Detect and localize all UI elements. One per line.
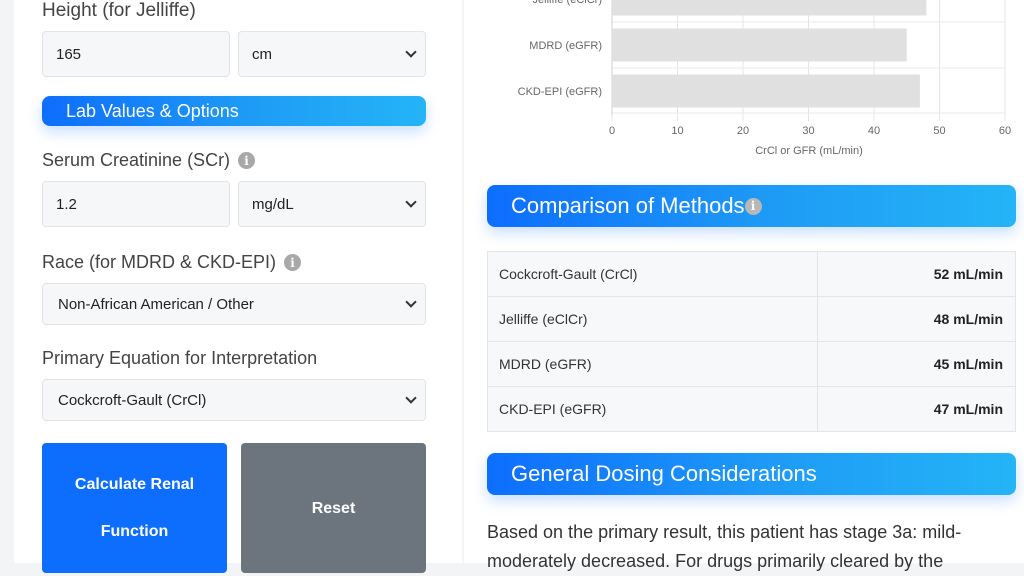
chevron-down-icon bbox=[405, 196, 417, 208]
chart-category-label: Jelliffe (eClCr) bbox=[533, 0, 602, 6]
table-row: MDRD (eGFR) 45 mL/min bbox=[487, 341, 1016, 387]
chart-x-axis-label: CrCl or GFR (mL/min) bbox=[755, 145, 863, 157]
method-value: 48 mL/min bbox=[817, 296, 1016, 342]
race-select[interactable]: Non-African American / Other bbox=[42, 283, 426, 325]
dosing-text: Based on the primary result, this patien… bbox=[487, 522, 962, 571]
method-name: CKD-EPI (eGFR) bbox=[487, 386, 818, 432]
info-icon[interactable]: i bbox=[238, 152, 256, 169]
height-value: 165 bbox=[56, 45, 82, 63]
calculate-button-label: Calculate Renal Function bbox=[74, 476, 195, 540]
chart-x-tick-label: 60 bbox=[999, 125, 1011, 137]
lab-values-section-header: Lab Values & Options bbox=[42, 96, 426, 126]
primary-equation-value: Cockcroft-Gault (CrCl) bbox=[58, 391, 207, 409]
height-unit-select[interactable]: cm bbox=[238, 31, 426, 77]
scr-unit-value: mg/dL bbox=[252, 195, 294, 213]
method-name: Jelliffe (eClCr) bbox=[487, 296, 818, 342]
chart-category-label: CKD-EPI (eGFR) bbox=[518, 86, 602, 98]
comparison-table: Cockcroft-Gault (CrCl) 52 mL/min Jelliffe … bbox=[487, 251, 1016, 432]
chart-bar bbox=[612, 74, 920, 108]
reset-button[interactable]: Reset bbox=[241, 443, 426, 573]
scr-value: 1.2 bbox=[56, 195, 77, 213]
method-value: 47 mL/min bbox=[817, 386, 1016, 432]
chart-x-tick-label: 0 bbox=[609, 125, 615, 137]
dosing-section-header: General Dosing Considerations bbox=[487, 453, 1016, 495]
height-input[interactable]: 165 bbox=[42, 31, 230, 77]
scr-label: Serum Creatinine (SCr) i bbox=[42, 150, 256, 171]
chart-bar bbox=[612, 0, 927, 16]
dosing-title: General Dosing Considerations bbox=[511, 461, 817, 486]
chart-x-tick-label: 30 bbox=[802, 125, 814, 137]
primary-equation-label: Primary Equation for Interpretation bbox=[42, 348, 318, 368]
chevron-down-icon bbox=[405, 392, 417, 404]
lab-values-title: Lab Values & Options bbox=[66, 100, 239, 121]
chart-category-label: MDRD (eGFR) bbox=[529, 40, 602, 52]
scr-input[interactable]: 1.2 bbox=[42, 181, 230, 227]
comparison-title: Comparison of Methods bbox=[511, 193, 745, 218]
chart-x-tick-label: 40 bbox=[868, 125, 880, 137]
info-icon[interactable]: i bbox=[744, 197, 762, 215]
table-row: Jelliffe (eClCr) 48 mL/min bbox=[487, 296, 1016, 342]
method-value: 45 mL/min bbox=[817, 341, 1016, 387]
scr-unit-select[interactable]: mg/dL bbox=[238, 181, 426, 227]
method-value: 52 mL/min bbox=[817, 251, 1016, 297]
height-label: Height (for Jelliffe) bbox=[42, 0, 196, 21]
comparison-section-header: Comparison of Methods i bbox=[487, 185, 1016, 227]
primary-equation-select[interactable]: Cockcroft-Gault (CrCl) bbox=[42, 379, 426, 421]
info-icon[interactable]: i bbox=[284, 254, 302, 271]
method-name: MDRD (eGFR) bbox=[487, 341, 818, 387]
chart-x-tick-label: 10 bbox=[671, 125, 683, 137]
table-row: Cockcroft-Gault (CrCl) 52 mL/min bbox=[487, 251, 1016, 297]
chevron-down-icon bbox=[405, 46, 417, 58]
calculate-button[interactable]: Calculate Renal Function bbox=[42, 443, 227, 573]
chart-x-tick-label: 50 bbox=[933, 125, 945, 137]
chevron-down-icon bbox=[405, 296, 417, 308]
race-value: Non-African American / Other bbox=[58, 295, 254, 313]
reset-button-label: Reset bbox=[311, 499, 356, 517]
method-name: Cockcroft-Gault (CrCl) bbox=[487, 251, 818, 297]
table-row: CKD-EPI (eGFR) 47 mL/min bbox=[487, 386, 1016, 432]
renal-function-chart: Jelliffe (eClCr) MDRD (eGFR) CKD-EPI (eGFR… bbox=[518, 0, 1011, 157]
chart-bar bbox=[612, 28, 907, 62]
race-label: Race (for MDRD & CKD-EPI) i bbox=[42, 252, 302, 273]
chart-x-tick-label: 20 bbox=[737, 125, 749, 137]
height-unit-value: cm bbox=[252, 45, 272, 63]
